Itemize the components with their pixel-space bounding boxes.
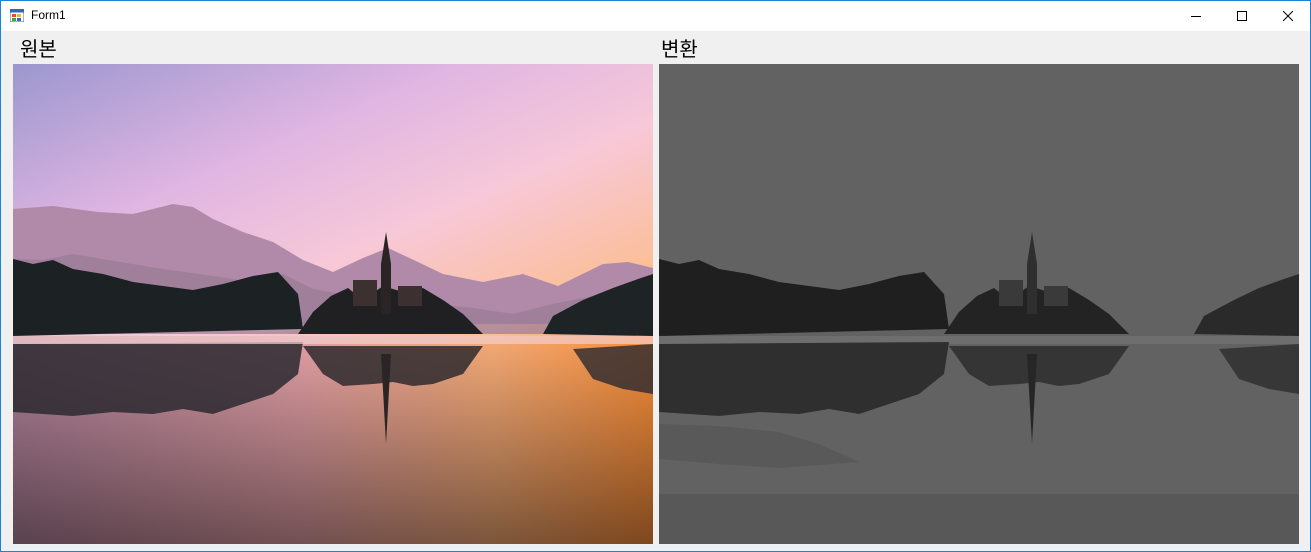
maximize-icon	[1237, 11, 1247, 21]
minimize-icon	[1191, 16, 1201, 17]
window-title: Form1	[31, 8, 66, 22]
converted-picture-box	[659, 64, 1299, 544]
converted-landscape-image	[659, 64, 1299, 544]
close-icon	[1283, 11, 1293, 21]
close-button[interactable]	[1265, 1, 1310, 31]
maximize-button[interactable]	[1219, 1, 1265, 31]
original-label: 원본	[20, 37, 57, 61]
form1-window: Form1 원본 변환	[0, 0, 1311, 552]
app-form-icon	[10, 9, 24, 22]
converted-label: 변환	[661, 37, 698, 61]
original-landscape-image	[13, 64, 653, 544]
minimize-button[interactable]	[1173, 1, 1219, 31]
original-picture-box	[13, 64, 653, 544]
title-bar[interactable]: Form1	[1, 1, 1310, 31]
